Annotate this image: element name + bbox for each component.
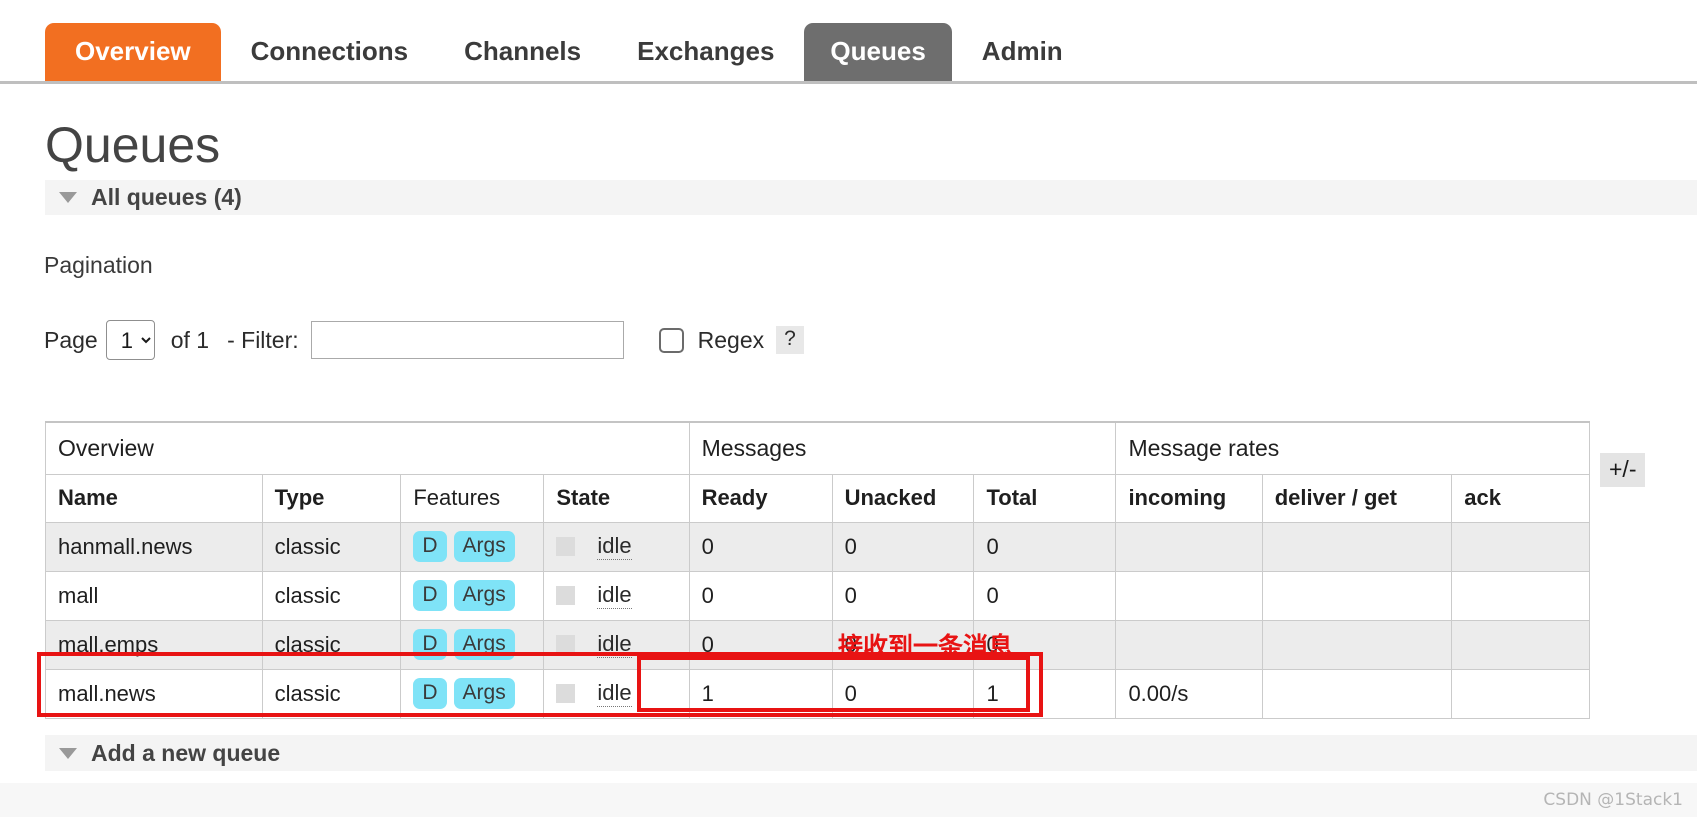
column-header-total[interactable]: Total: [973, 473, 1117, 523]
rate-incoming: 0.00/s: [1115, 668, 1263, 719]
group-header-overview: Overview: [45, 421, 690, 475]
filter-input[interactable]: [310, 321, 624, 359]
tab-connections[interactable]: Connections: [225, 23, 434, 81]
queue-name-link[interactable]: hanmall.news: [45, 521, 263, 572]
rate-deliver-get: [1261, 521, 1453, 572]
pagination-filter-row: Page 1 of 1 - Filter: Regex ?: [44, 318, 804, 362]
queue-features: D Args: [400, 521, 545, 572]
rate-deliver-get: [1261, 619, 1453, 670]
feature-badge-args[interactable]: Args: [453, 580, 515, 611]
regex-help-button[interactable]: ?: [776, 326, 804, 354]
column-header-features[interactable]: Features: [400, 473, 545, 523]
messages-total: 0: [973, 521, 1117, 572]
rate-incoming: [1115, 619, 1263, 670]
tab-overview[interactable]: Overview: [45, 23, 221, 81]
tab-channels[interactable]: Channels: [438, 23, 607, 81]
messages-total: 0: [973, 570, 1117, 621]
queue-state: idle: [543, 521, 690, 572]
column-header-deliver-get[interactable]: deliver / get: [1261, 473, 1453, 523]
table-column-header-row: Name Type Features State Ready Unacked T…: [45, 473, 1590, 523]
tab-admin[interactable]: Admin: [956, 23, 1089, 81]
all-queues-label: All queues (4): [91, 184, 242, 210]
page-word-label: Page: [44, 326, 98, 353]
page-number-select[interactable]: 1: [105, 320, 155, 360]
group-header-messages: Messages: [688, 421, 1117, 475]
rate-ack: [1451, 521, 1590, 572]
footer-strip: [0, 783, 1697, 817]
messages-unacked: 0: [831, 570, 975, 621]
queue-name-link[interactable]: mall: [45, 570, 263, 621]
table-row[interactable]: mall classic D Args idle 0 0 0: [45, 570, 1590, 621]
feature-badge-args[interactable]: Args: [453, 531, 515, 562]
state-indicator-icon: [556, 537, 576, 556]
messages-ready: 0: [688, 570, 833, 621]
rate-ack: [1451, 570, 1590, 621]
chevron-down-icon: [59, 747, 77, 759]
regex-checkbox[interactable]: [658, 327, 684, 353]
regex-label: Regex: [697, 326, 765, 353]
filter-label: - Filter:: [227, 326, 299, 353]
table-group-header-row: Overview Messages Message rates: [45, 421, 1590, 475]
chevron-down-icon: [59, 192, 77, 203]
page-title: Queues: [45, 117, 221, 173]
rate-ack: [1451, 619, 1590, 670]
messages-ready: 0: [688, 521, 833, 572]
queue-features: D Args: [400, 570, 545, 621]
state-indicator-icon: [556, 586, 576, 605]
rate-deliver-get: [1261, 570, 1453, 621]
group-header-message-rates: Message rates: [1115, 421, 1590, 475]
table-row[interactable]: hanmall.news classic D Args idle 0 0 0: [45, 521, 1590, 572]
queue-state: idle: [543, 570, 690, 621]
watermark: CSDN @1Stack1: [1543, 790, 1683, 810]
tab-exchanges[interactable]: Exchanges: [611, 23, 800, 81]
add-queue-label: Add a new queue: [91, 739, 281, 766]
messages-unacked: 0: [831, 521, 975, 572]
annotation-cells-highlight: [637, 656, 1030, 712]
rate-deliver-get: [1261, 668, 1453, 719]
tab-queues[interactable]: Queues: [804, 23, 952, 81]
queue-type: classic: [261, 570, 402, 621]
main-navigation-tabs: Overview Connections Channels Exchanges …: [0, 0, 1697, 84]
feature-badge-durable[interactable]: D: [413, 580, 447, 611]
feature-badge-durable[interactable]: D: [413, 531, 447, 562]
queue-state-label: idle: [597, 533, 632, 560]
column-header-ready[interactable]: Ready: [688, 473, 833, 523]
rate-ack: [1451, 668, 1590, 719]
pagination-label: Pagination: [44, 252, 153, 278]
queue-type: classic: [261, 521, 402, 572]
queue-state-label: idle: [597, 582, 632, 609]
column-header-unacked[interactable]: Unacked: [831, 473, 975, 523]
column-header-ack[interactable]: ack: [1451, 473, 1590, 523]
columns-toggle-button[interactable]: +/-: [1600, 453, 1646, 487]
column-header-type[interactable]: Type: [261, 473, 402, 523]
add-queue-section-header[interactable]: Add a new queue: [45, 735, 1697, 771]
page-total-label: of 1: [170, 326, 210, 353]
column-header-incoming[interactable]: incoming: [1115, 473, 1263, 523]
all-queues-section-header[interactable]: All queues (4): [45, 180, 1697, 215]
column-header-state[interactable]: State: [543, 473, 690, 523]
column-header-name[interactable]: Name: [45, 473, 263, 523]
rate-incoming: [1115, 570, 1263, 621]
rate-incoming: [1115, 521, 1263, 572]
